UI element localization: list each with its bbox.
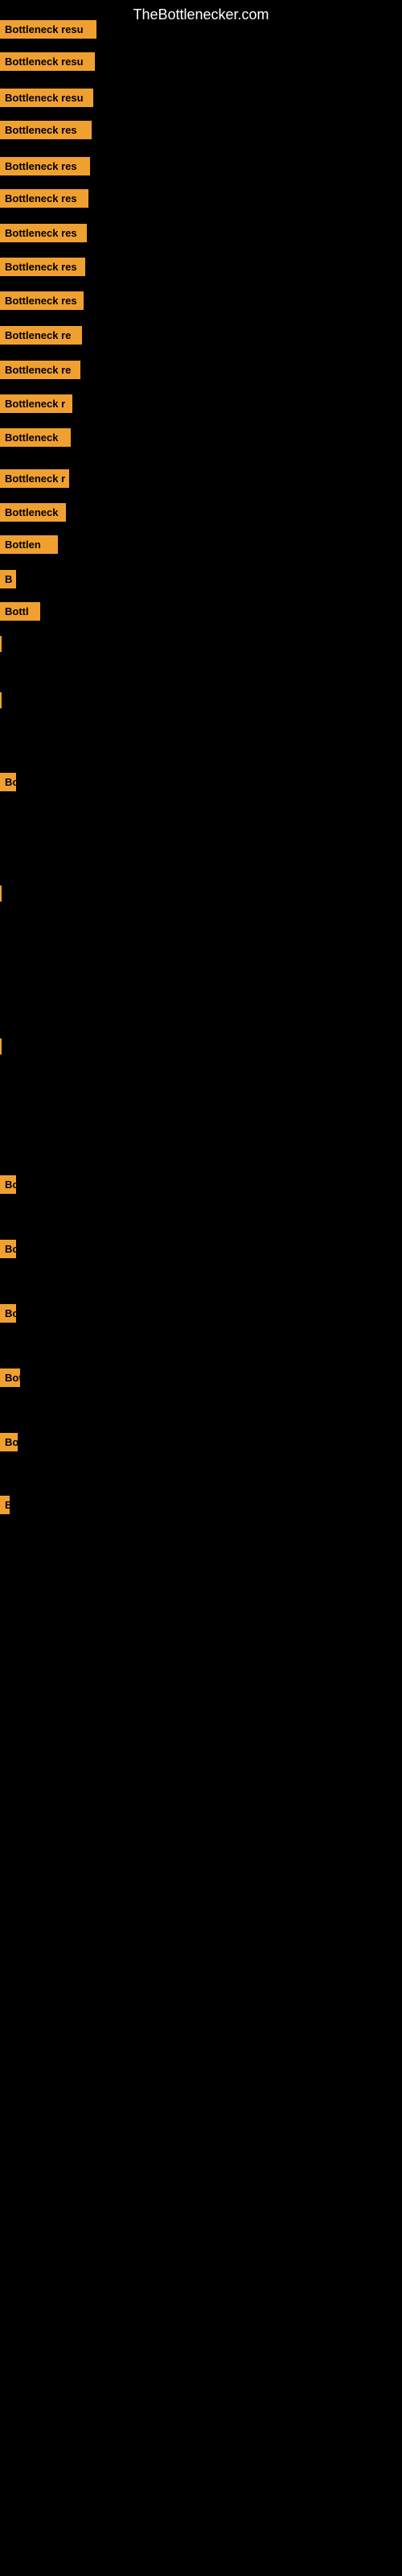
bottleneck-item-18[interactable]: Bottl — [0, 602, 40, 621]
bottleneck-item-8[interactable]: Bottleneck res — [0, 258, 85, 276]
bottleneck-item-4[interactable]: Bottleneck res — [0, 121, 92, 139]
bottleneck-item-14[interactable]: Bottleneck r — [0, 469, 69, 488]
bottleneck-item-16[interactable]: Bottlen — [0, 535, 58, 554]
bottleneck-item-5[interactable]: Bottleneck res — [0, 157, 90, 175]
line-marker-20 — [0, 692, 2, 708]
bottleneck-item-7[interactable]: Bottleneck res — [0, 224, 87, 242]
bottleneck-item-21[interactable]: Bo — [0, 773, 16, 791]
bottleneck-item-11[interactable]: Bottleneck re — [0, 361, 80, 379]
bottleneck-item-13[interactable]: Bottleneck — [0, 428, 71, 447]
line-marker-19 — [0, 636, 2, 652]
bottleneck-item-15[interactable]: Bottleneck — [0, 503, 66, 522]
bottleneck-item-12[interactable]: Bottleneck r — [0, 394, 72, 413]
bottleneck-item-24[interactable]: Bo — [0, 1175, 16, 1194]
bottleneck-item-10[interactable]: Bottleneck re — [0, 326, 82, 345]
bottleneck-item-9[interactable]: Bottleneck res — [0, 291, 84, 310]
bottleneck-item-25[interactable]: Bo — [0, 1240, 16, 1258]
bottleneck-item-1[interactable]: Bottleneck resu — [0, 20, 96, 39]
bottleneck-item-17[interactable]: B — [0, 570, 16, 588]
line-marker-23 — [0, 1038, 2, 1055]
bottleneck-item-28[interactable]: Bott — [0, 1433, 18, 1451]
bottleneck-item-6[interactable]: Bottleneck res — [0, 189, 88, 208]
bottleneck-item-27[interactable]: Bot — [0, 1368, 20, 1387]
bottleneck-item-29[interactable]: B — [0, 1496, 10, 1514]
bottleneck-item-3[interactable]: Bottleneck resu — [0, 89, 93, 107]
bottleneck-item-2[interactable]: Bottleneck resu — [0, 52, 95, 71]
line-marker-22 — [0, 886, 2, 902]
bottleneck-item-26[interactable]: Bo — [0, 1304, 16, 1323]
